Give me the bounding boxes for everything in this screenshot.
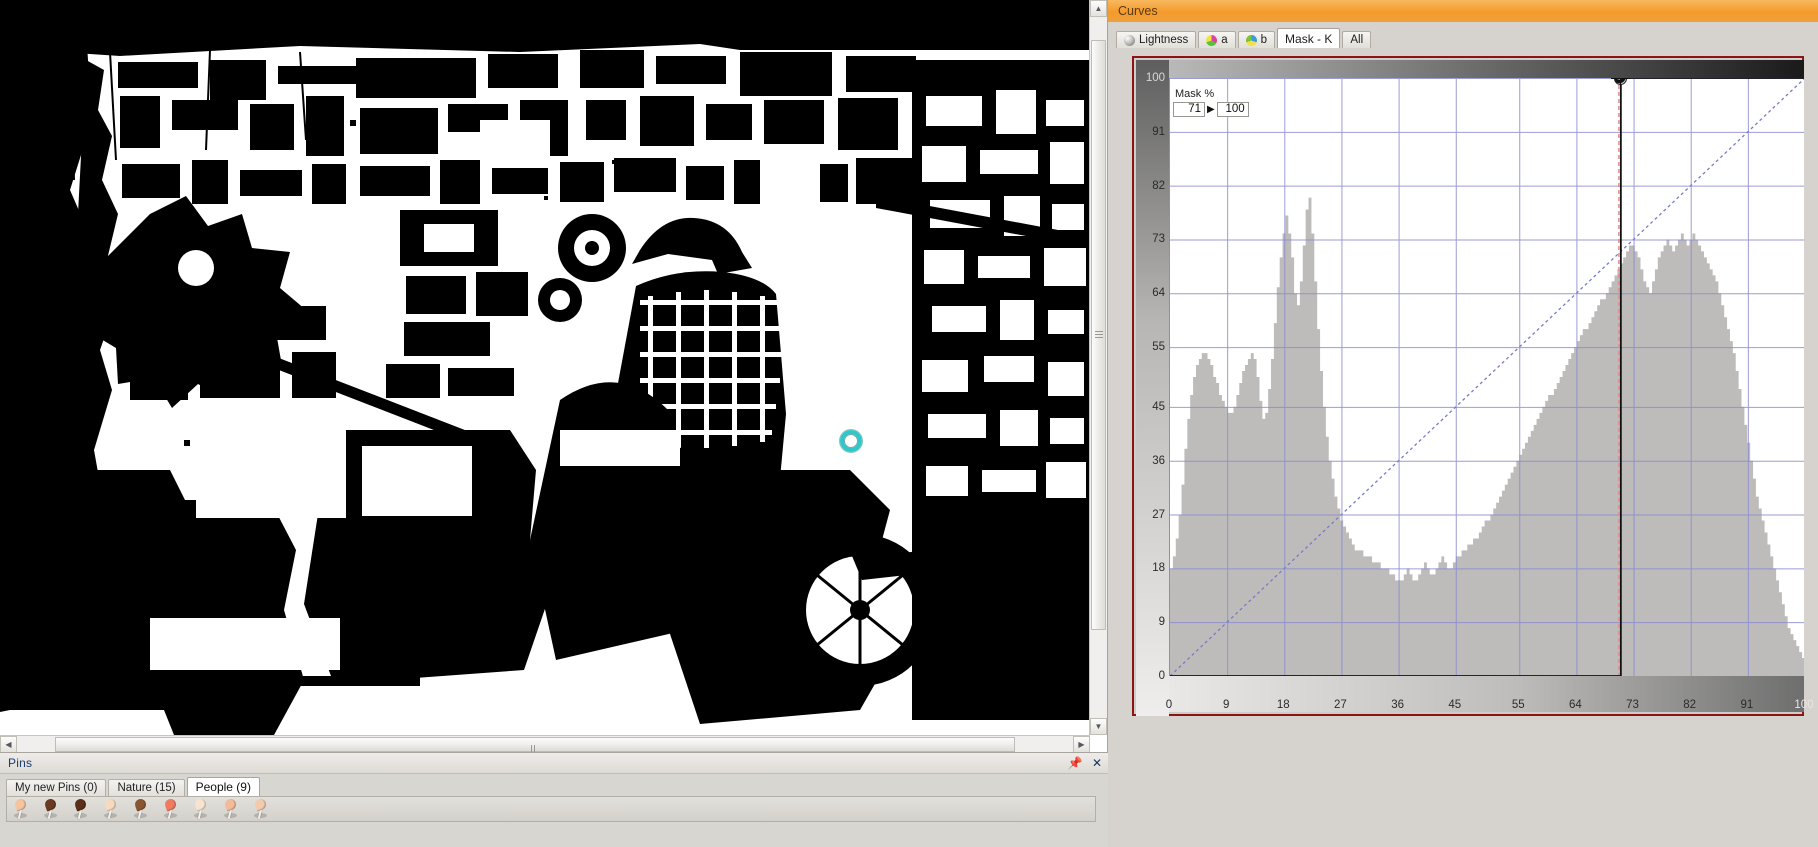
image-canvas[interactable] xyxy=(0,0,1090,735)
x-axis-tick-label: 73 xyxy=(1626,699,1639,711)
pin-thumbnail[interactable] xyxy=(253,797,269,820)
scroll-left-arrow-icon[interactable]: ◀ xyxy=(0,736,17,753)
x-axis-tick-label: 64 xyxy=(1568,699,1582,711)
pins-thumbnail-strip[interactable] xyxy=(6,796,1096,822)
vertical-scroll-thumb[interactable] xyxy=(1091,40,1106,630)
mask-input-value[interactable]: 71 xyxy=(1173,102,1205,117)
pin-thumbnail[interactable] xyxy=(103,797,119,820)
pins-tab-0[interactable]: My new Pins (0) xyxy=(6,779,107,796)
pin-head-icon xyxy=(163,797,178,812)
curves-tab-lightness[interactable]: Lightness xyxy=(1116,31,1197,48)
curve-plot-area[interactable]: Mask % 71 ▶ 100 xyxy=(1169,78,1804,676)
x-axis-tick-label: 18 xyxy=(1276,699,1290,711)
horizontal-scroll-thumb[interactable] xyxy=(55,737,1015,772)
x-axis-tick-label: 0 xyxy=(1165,699,1173,711)
pin-thumbnail[interactable] xyxy=(193,797,209,820)
curves-tab-all[interactable]: All xyxy=(1342,31,1372,48)
x-axis-tick-label: 9 xyxy=(1222,699,1230,711)
y-axis-tick-label: 82 xyxy=(1152,179,1165,192)
curves-tab-label: All xyxy=(1350,34,1364,46)
curves-tab-b[interactable]: b xyxy=(1237,31,1276,48)
application-window: ▲ ▼ ◀ ▶ Pins 📌 ✕ My new Pins (0) Nature (… xyxy=(0,0,1818,847)
pin-head-icon xyxy=(253,797,268,812)
curves-tab-label: b xyxy=(1260,34,1268,46)
pin-head-icon xyxy=(13,797,28,812)
scroll-grip-icon xyxy=(1095,331,1103,339)
pin-head-icon xyxy=(193,797,208,812)
y-axis-tick-label: 18 xyxy=(1152,562,1165,575)
mask-readout: Mask % 71 ▶ 100 xyxy=(1173,88,1249,117)
lightness-swatch-icon xyxy=(1124,34,1135,46)
pin-head-icon xyxy=(133,797,148,812)
arrow-right-icon: ▶ xyxy=(1207,104,1215,115)
close-icon[interactable]: ✕ xyxy=(1090,755,1104,770)
scroll-grip-icon xyxy=(531,741,539,772)
scroll-down-arrow-icon[interactable]: ▼ xyxy=(1090,718,1107,735)
pin-icon[interactable]: 📌 xyxy=(1068,755,1083,770)
pins-panel: Pins 📌 ✕ My new Pins (0) Nature (15) Peopl… xyxy=(0,752,1108,847)
pin-thumbnail[interactable] xyxy=(13,797,29,820)
curves-tab-label: Mask - K xyxy=(1285,31,1333,46)
pin-head-icon xyxy=(223,797,238,812)
x-axis-tick-label: 27 xyxy=(1334,699,1347,711)
x-axis-tick-label: 100 xyxy=(1794,699,1814,711)
y-axis-tick-label: 27 xyxy=(1152,508,1165,521)
pins-tab-2[interactable]: People (9) xyxy=(186,777,260,796)
curves-panel: Curves Lightness a b Mask - K All Mask % 71 … xyxy=(1108,0,1818,847)
x-axis-tick-label: 55 xyxy=(1511,699,1525,711)
image-vertical-scrollbar[interactable]: ▲ ▼ xyxy=(1089,0,1107,735)
pins-tab-label: My new Pins (0) xyxy=(15,782,98,794)
curves-tab-bar: Lightness a b Mask - K All xyxy=(1116,28,1373,48)
x-axis-tick-label: 91 xyxy=(1740,699,1754,711)
pins-panel-titlebar: Pins 📌 ✕ xyxy=(0,753,1108,774)
pin-head-icon xyxy=(103,797,118,812)
curves-tab-mask-k[interactable]: Mask - K xyxy=(1277,28,1341,48)
y-axis-tick-label: 45 xyxy=(1152,400,1165,413)
pins-panel-title: Pins xyxy=(8,756,33,770)
pins-tab-1[interactable]: Nature (15) xyxy=(108,779,185,796)
a-channel-swatch-icon xyxy=(1206,34,1218,46)
pin-thumbnail[interactable] xyxy=(163,797,179,820)
image-viewer-panel: ▲ ▼ ◀ ▶ xyxy=(0,0,1108,772)
y-axis-tick-label: 55 xyxy=(1152,341,1165,354)
scroll-right-arrow-icon[interactable]: ▶ xyxy=(1073,736,1090,753)
pins-tab-label: People (9) xyxy=(195,780,251,794)
pins-tab-label: Nature (15) xyxy=(117,782,176,794)
pin-thumbnail[interactable] xyxy=(133,797,149,820)
image-horizontal-scrollbar[interactable]: ◀ ▶ xyxy=(0,735,1090,772)
b-channel-swatch-icon xyxy=(1245,34,1257,46)
input-gradient-bar-bottom xyxy=(1169,674,1804,712)
x-axis-tick-label: 36 xyxy=(1391,699,1404,711)
curve-plot-frame: Mask % 71 ▶ 100 0 9 18 27 36 45 55 64 73 82 91 100 … xyxy=(1132,56,1814,716)
mask-readout-label: Mask % xyxy=(1175,88,1215,100)
curves-tab-label: Lightness xyxy=(1139,34,1189,46)
y-axis-tick-label: 91 xyxy=(1152,125,1165,138)
curves-panel-title: Curves xyxy=(1118,4,1158,18)
pin-head-icon xyxy=(73,797,88,812)
pin-head-icon xyxy=(43,797,58,812)
curves-panel-titlebar: Curves xyxy=(1108,0,1818,22)
y-axis-tick-label: 0 xyxy=(1158,670,1165,682)
y-axis-tick-label: 36 xyxy=(1152,454,1165,467)
mask-output-value[interactable]: 100 xyxy=(1216,102,1249,117)
y-axis-tick-label: 73 xyxy=(1152,233,1165,246)
curves-tab-label: a xyxy=(1221,34,1228,46)
bw-threshold-photo xyxy=(0,0,1090,735)
x-axis-tick-label: 82 xyxy=(1683,699,1697,711)
y-axis-tick-label: 100 xyxy=(1145,72,1165,84)
pin-thumbnail[interactable] xyxy=(43,797,59,820)
output-gradient-bar-top xyxy=(1169,60,1804,78)
pin-thumbnail[interactable] xyxy=(73,797,89,820)
ring-cursor-icon xyxy=(840,430,862,452)
scroll-up-arrow-icon[interactable]: ▲ xyxy=(1090,0,1107,17)
pins-tab-bar: My new Pins (0) Nature (15) People (9) xyxy=(6,777,262,796)
curves-tab-a[interactable]: a xyxy=(1198,31,1236,48)
y-axis-tick-label: 64 xyxy=(1152,287,1165,300)
pin-thumbnail[interactable] xyxy=(223,797,239,820)
y-axis-tick-label: 9 xyxy=(1158,616,1165,629)
histogram-area xyxy=(1170,197,1804,676)
x-axis-tick-label: 45 xyxy=(1448,699,1462,711)
